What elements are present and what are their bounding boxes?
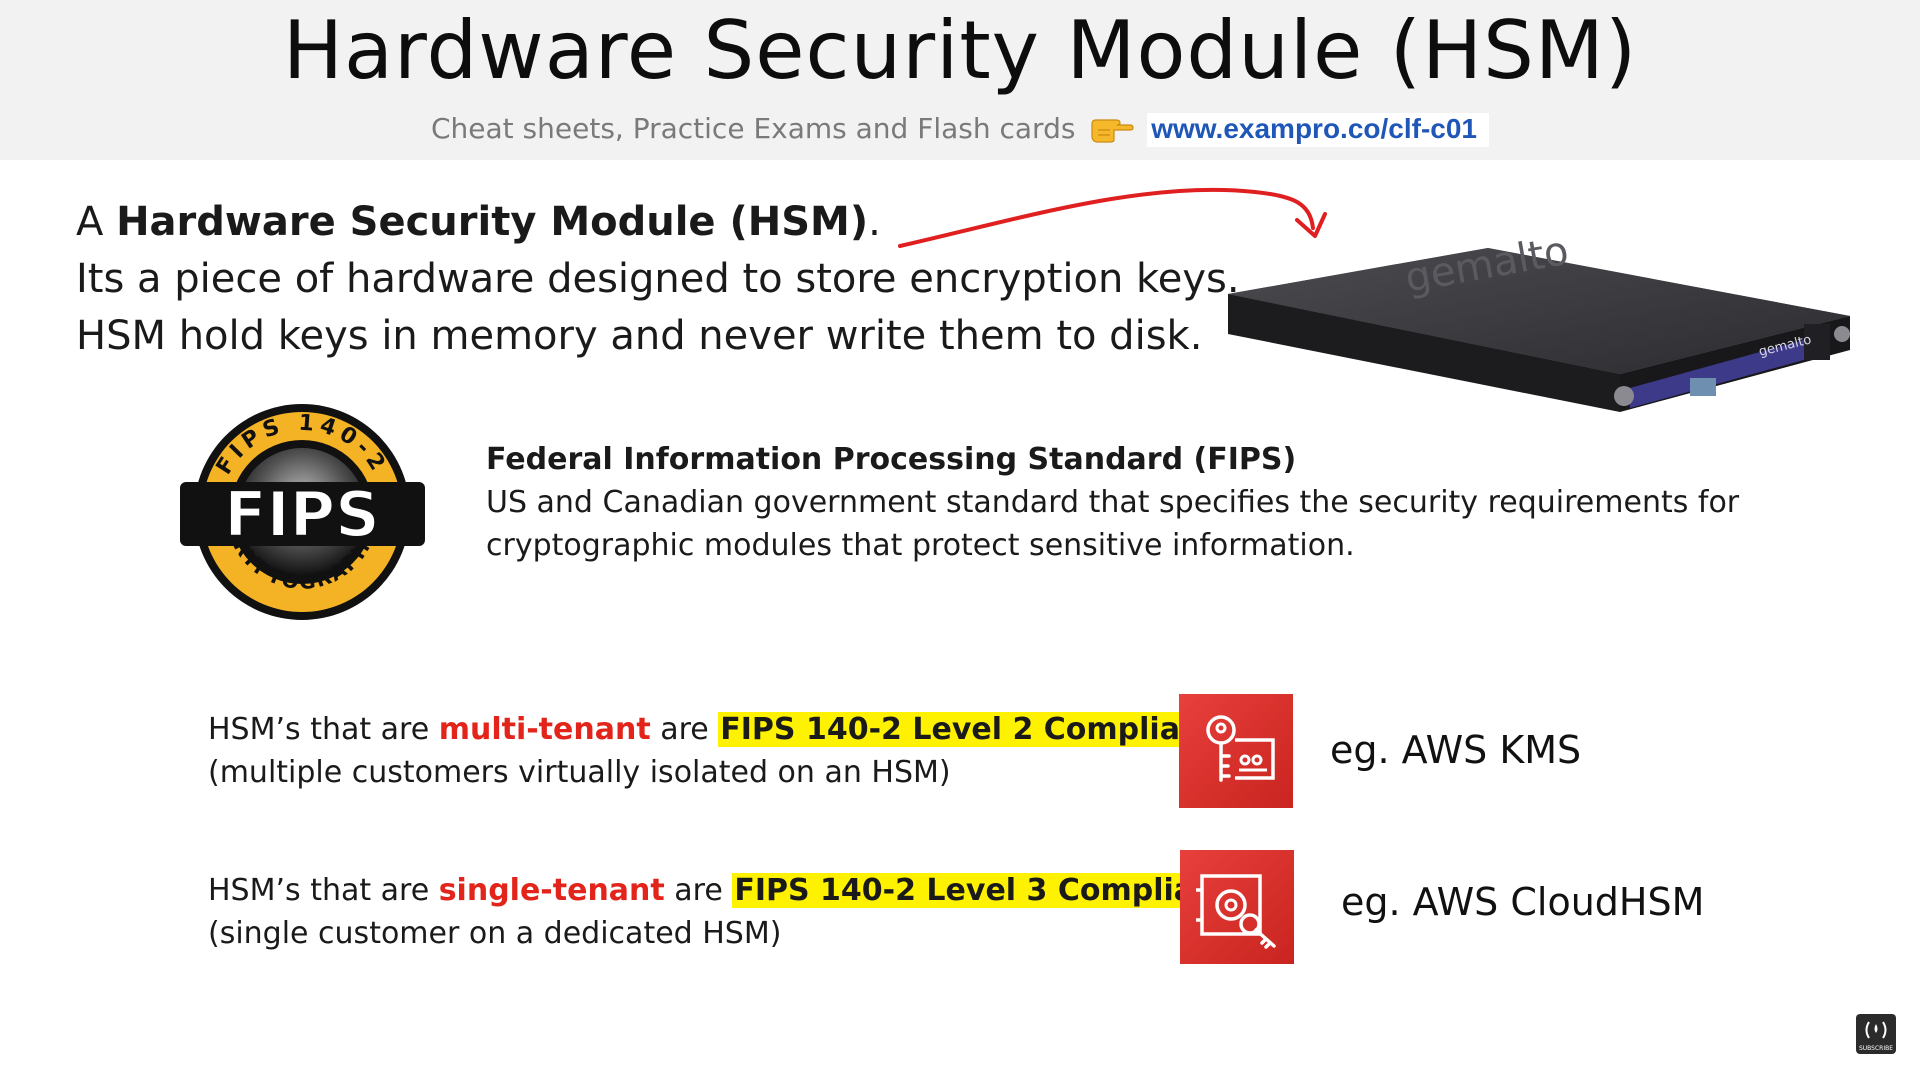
- single-tenant-row: HSM’s that are single-tenant are FIPS 14…: [208, 869, 1232, 955]
- fips-logo-main-text: FIPS: [224, 478, 380, 551]
- promo-text: Cheat sheets, Practice Exams and Flash c…: [431, 112, 1076, 145]
- page-title: Hardware Security Module (HSM): [282, 4, 1638, 97]
- intro-line-3: HSM hold keys in memory and never write …: [76, 313, 1203, 359]
- aws-kms-icon: [1179, 694, 1293, 808]
- level-3-highlight: FIPS 140-2 Level 3 Compliant: [732, 873, 1232, 908]
- subscribe-badge[interactable]: SUBSCRIBE: [1856, 1014, 1896, 1054]
- multi-tenant-term: multi-tenant: [438, 712, 651, 747]
- example-aws-kms: eg. AWS KMS: [1330, 728, 1582, 772]
- multi-tenant-row: HSM’s that are multi-tenant are FIPS 140…: [208, 708, 1218, 794]
- single-tenant-statement: HSM’s that are single-tenant are FIPS 14…: [208, 873, 1232, 908]
- exampro-link[interactable]: www.exampro.co/clf-c01: [1147, 113, 1489, 147]
- subscribe-label: SUBSCRIBE: [1859, 1045, 1893, 1052]
- aws-cloudhsm-icon: [1180, 850, 1294, 964]
- multi-tenant-note: (multiple customers virtually isolated o…: [208, 755, 951, 790]
- single-tenant-term: single-tenant: [438, 873, 665, 908]
- freecodecamp-icon: SUBSCRIBE: [1859, 1021, 1893, 1052]
- fips-logo: FIPS 140-2 CRYPTOGRAPHY FIPS: [180, 404, 425, 620]
- single-tenant-note: (single customer on a dedicated HSM): [208, 916, 782, 951]
- fips-line-1: US and Canadian government standard that…: [486, 485, 1740, 520]
- fips-heading: Federal Information Processing Standard …: [486, 442, 1297, 477]
- fips-line-2: cryptographic modules that protect sensi…: [486, 528, 1355, 563]
- multi-tenant-statement: HSM’s that are multi-tenant are FIPS 140…: [208, 712, 1218, 747]
- hsm-appliance-image: gemalto gemalto: [1228, 238, 1850, 412]
- fips-description: Federal Information Processing Standard …: [486, 438, 1739, 567]
- pointing-hand-icon: [1091, 119, 1134, 143]
- hsm-term: Hardware Security Module (HSM): [116, 199, 869, 245]
- promo-line: Cheat sheets, Practice Exams and Flash c…: [0, 112, 1920, 147]
- example-aws-cloudhsm: eg. AWS CloudHSM: [1341, 880, 1705, 924]
- level-2-highlight: FIPS 140-2 Level 2 Compliant: [718, 712, 1218, 747]
